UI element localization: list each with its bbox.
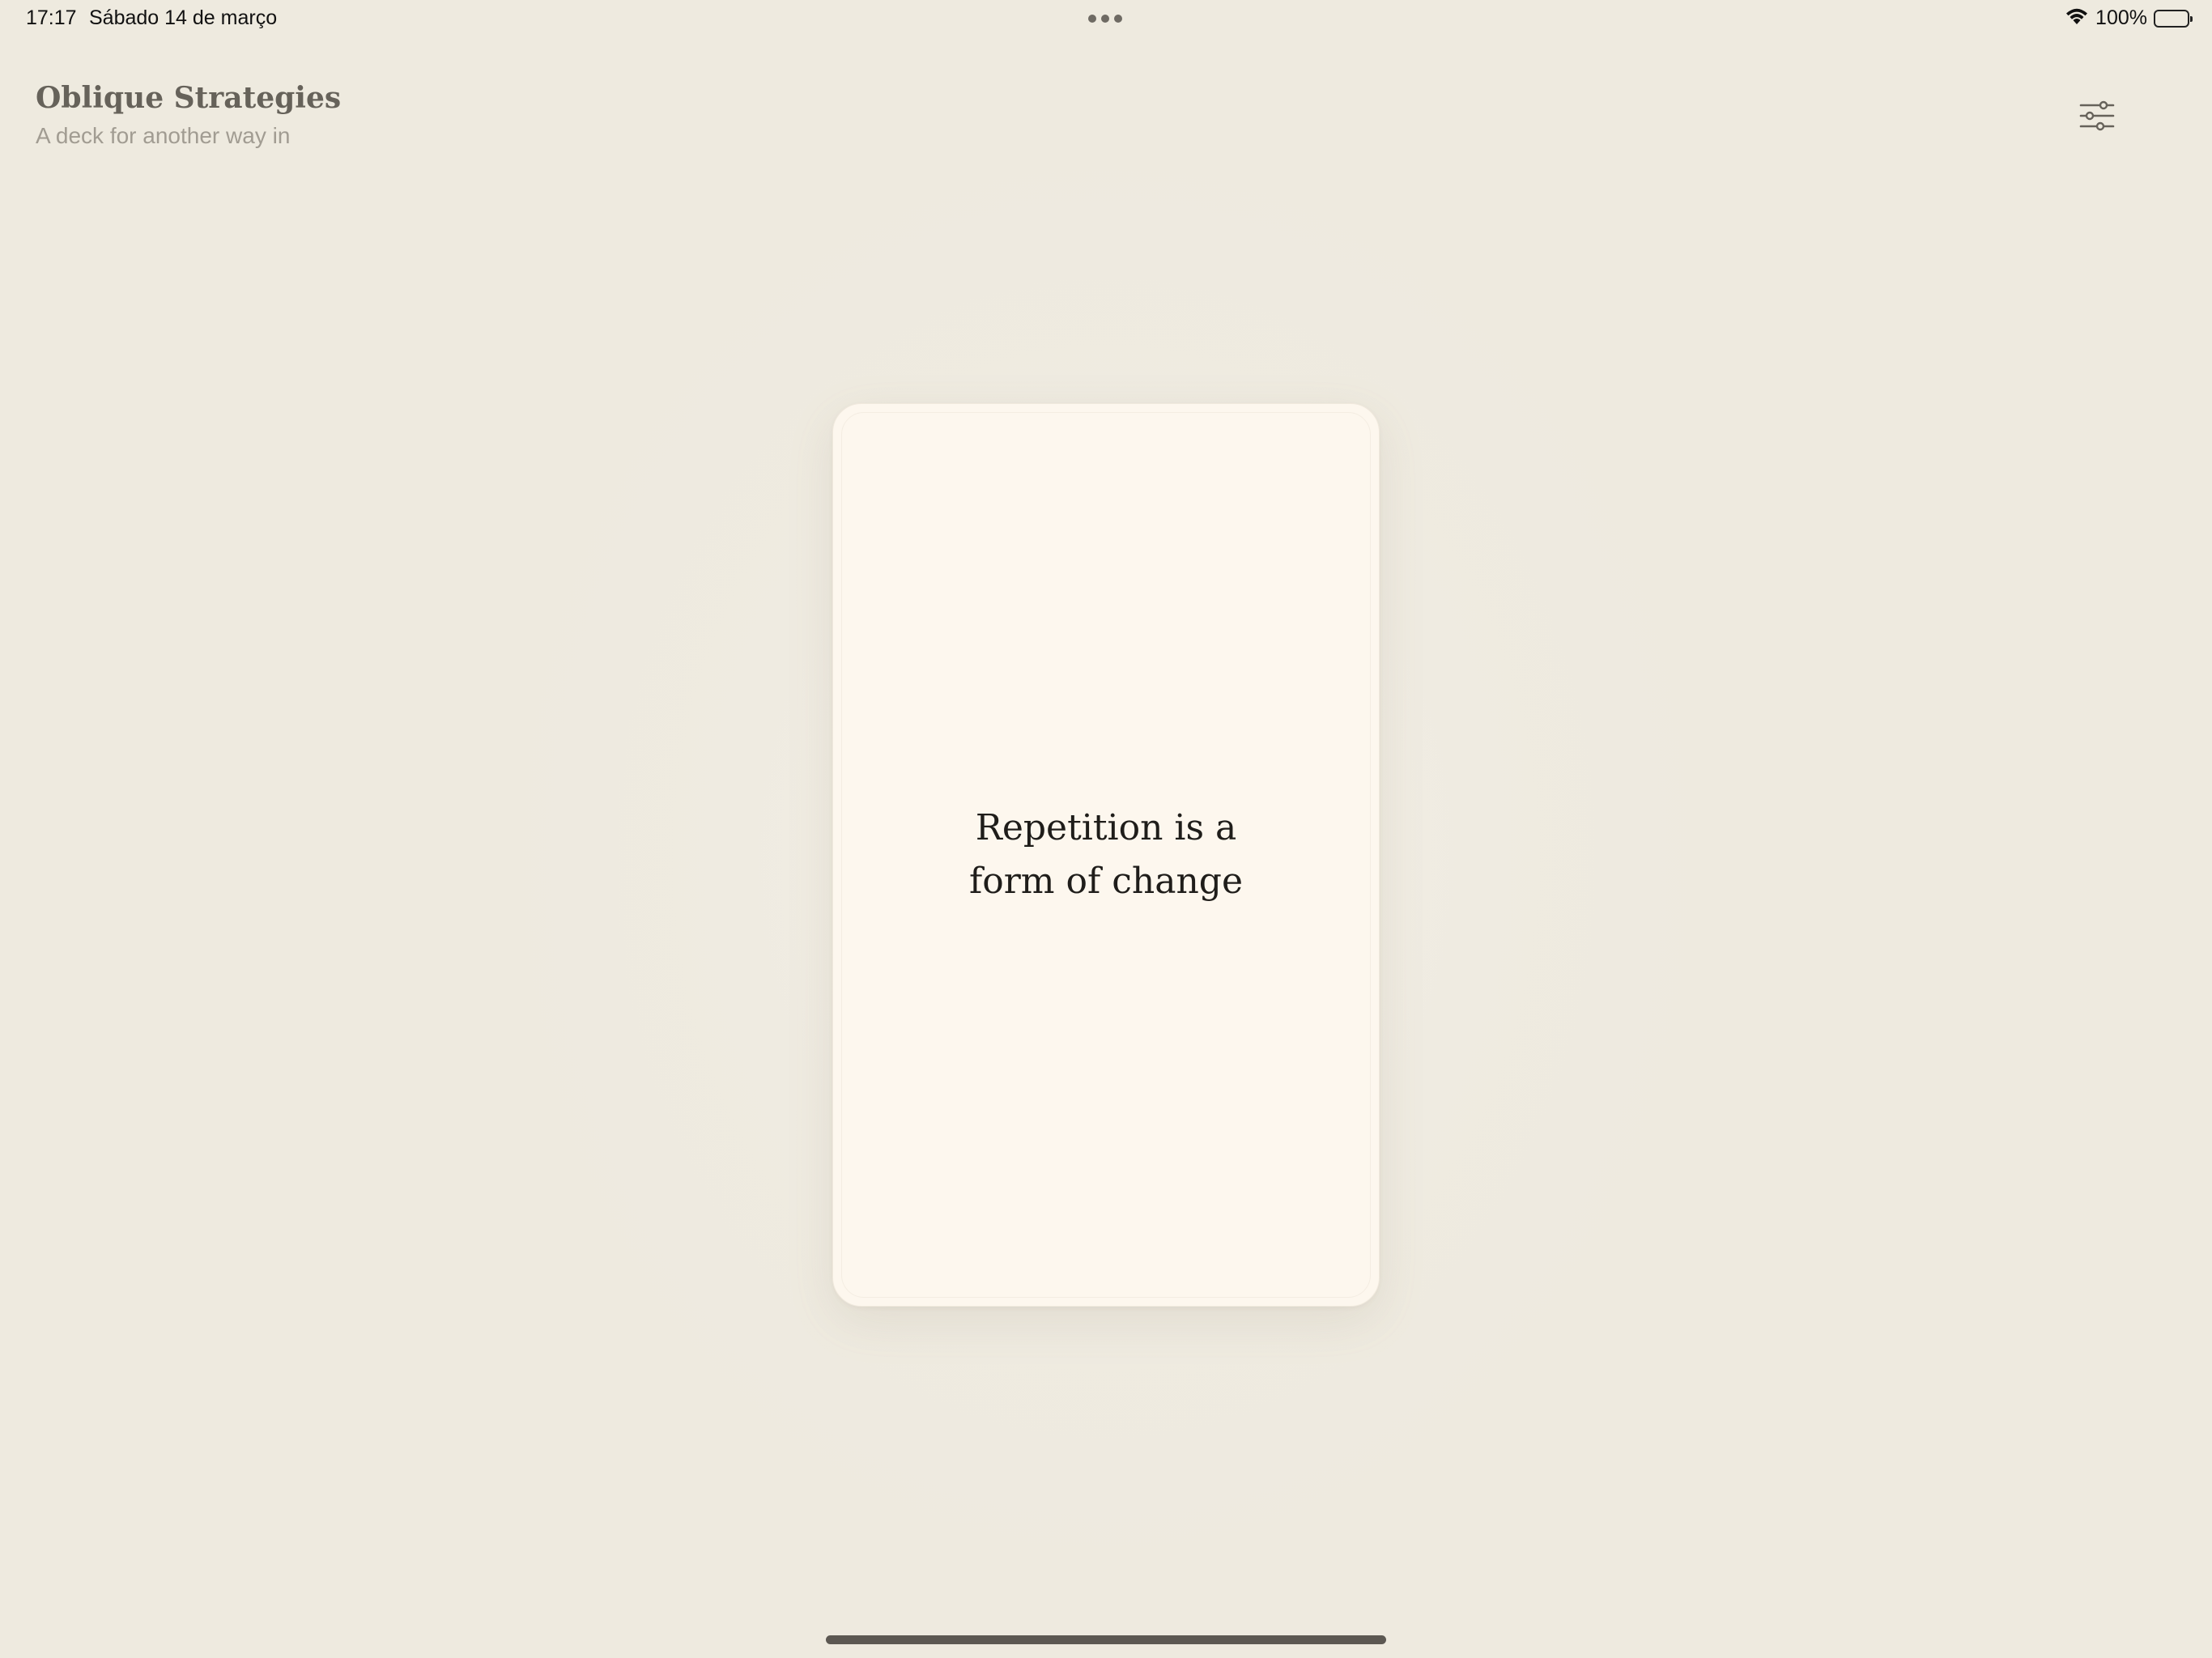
- strategy-text: Repetition is a form of change: [968, 807, 1244, 902]
- strategy-card[interactable]: Repetition is a form of change: [832, 403, 1380, 1307]
- battery-icon: [2154, 9, 2193, 28]
- strategy-card-inner: Repetition is a form of change: [841, 412, 1371, 1298]
- status-bar: 17:17 Sábado 14 de março 100%: [0, 0, 2212, 39]
- settings-button[interactable]: [2073, 97, 2121, 138]
- status-time: 17:17: [26, 6, 77, 29]
- app-title: Oblique Strategies: [36, 81, 342, 115]
- app-subtitle: A deck for another way in: [36, 123, 291, 148]
- sliders-icon: [2078, 100, 2116, 136]
- battery-percent: 100%: [2095, 6, 2147, 29]
- home-indicator[interactable]: [826, 1635, 1386, 1644]
- app-screen: 17:17 Sábado 14 de março 100% Oblique St…: [0, 0, 2212, 1658]
- multitasking-dots-icon[interactable]: [1088, 15, 1122, 23]
- status-indicators: 100%: [2065, 6, 2193, 30]
- status-date: Sábado 14 de março: [89, 6, 278, 29]
- wifi-icon: [2065, 6, 2089, 30]
